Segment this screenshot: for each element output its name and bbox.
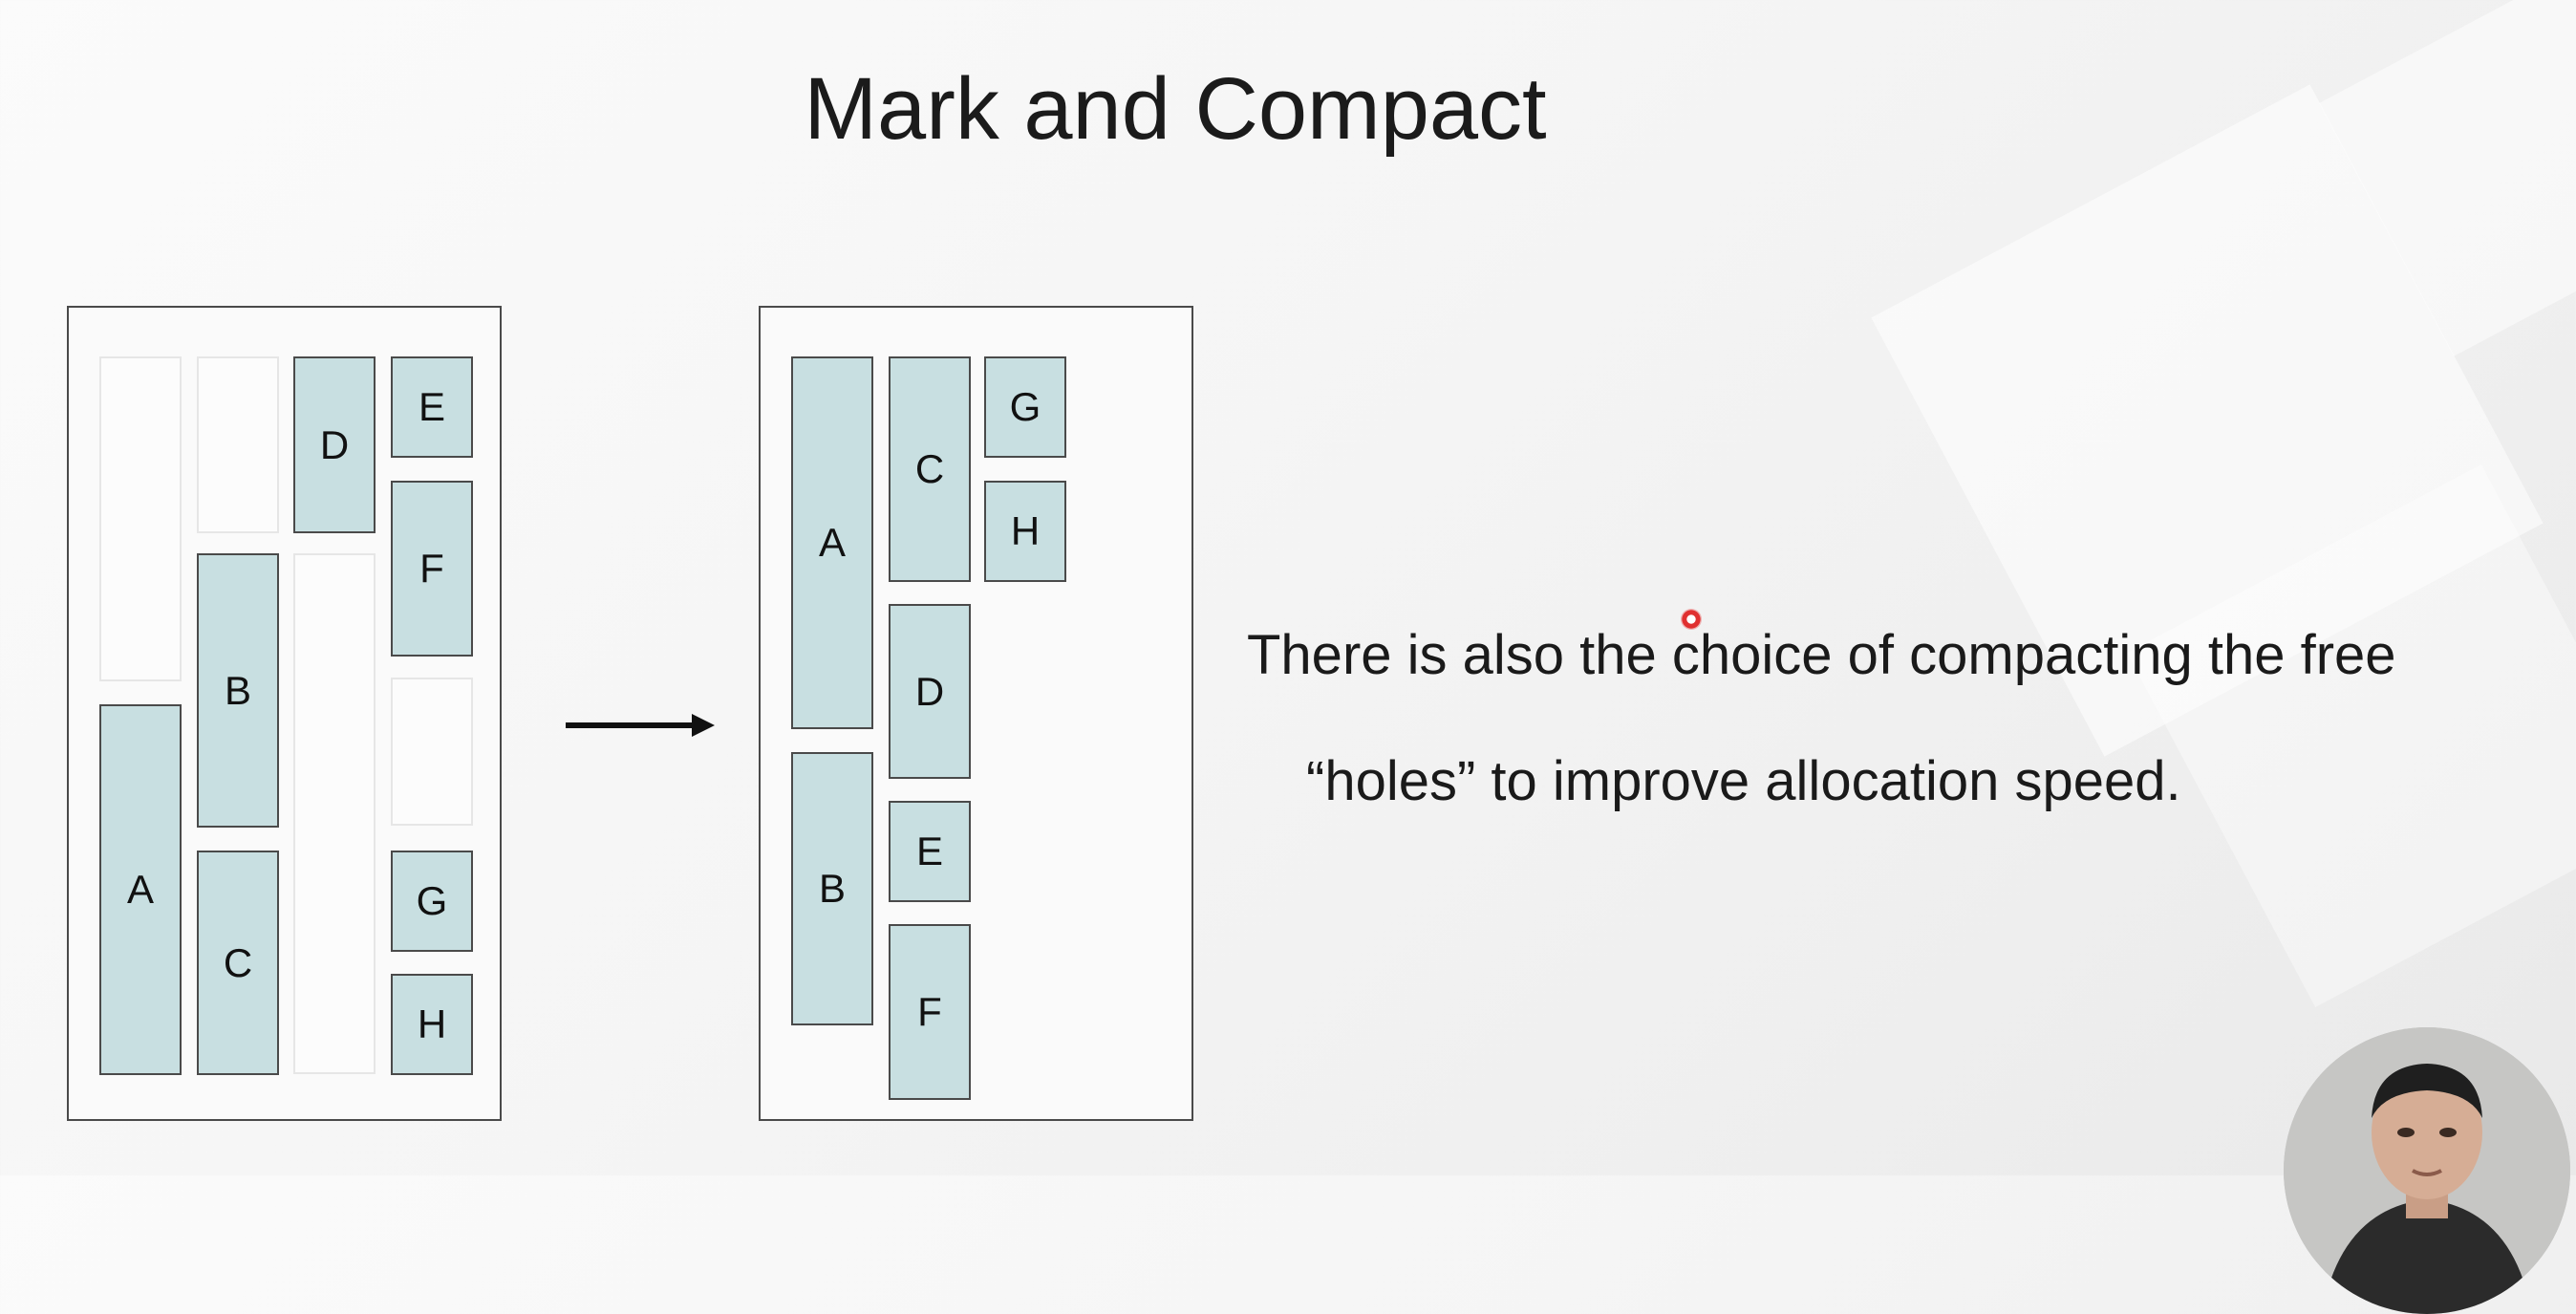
memory-block-e: E	[889, 801, 971, 902]
presenter-avatar	[2284, 1027, 2570, 1314]
memory-block-g: G	[391, 851, 473, 952]
free-hole	[197, 356, 279, 533]
memory-block-c: C	[197, 851, 279, 1075]
memory-block-c: C	[889, 356, 971, 582]
memory-block-h: H	[391, 974, 473, 1075]
laser-pointer-icon	[1681, 609, 1702, 630]
caption-line-1: There is also the choice of compacting t…	[1247, 624, 2396, 686]
memory-block-d: D	[293, 356, 376, 533]
right-arrow-icon	[566, 714, 715, 737]
slide-caption: There is also the choice of compacting t…	[1247, 592, 2575, 845]
memory-block-e: E	[391, 356, 473, 458]
memory-block-f: F	[391, 481, 473, 657]
memory-block-b: B	[197, 553, 279, 828]
memory-block-f: F	[889, 924, 971, 1100]
memory-block-g: G	[984, 356, 1066, 458]
memory-block-a: A	[99, 704, 182, 1075]
heap-after-compaction: A B C D E F G H	[759, 306, 1193, 1121]
free-hole	[293, 553, 376, 1074]
slide-title: Mark and Compact	[804, 60, 1547, 158]
memory-block-a: A	[791, 356, 873, 729]
memory-block-b: B	[791, 752, 873, 1025]
heap-before-compaction: A B C D E F G H	[67, 306, 502, 1121]
free-hole	[391, 678, 473, 826]
memory-block-h: H	[984, 481, 1066, 582]
memory-block-d: D	[889, 604, 971, 779]
free-hole	[99, 356, 182, 681]
presenter-webcam	[2284, 1027, 2570, 1314]
caption-line-2: “holes” to improve allocation speed.	[1306, 750, 2181, 812]
